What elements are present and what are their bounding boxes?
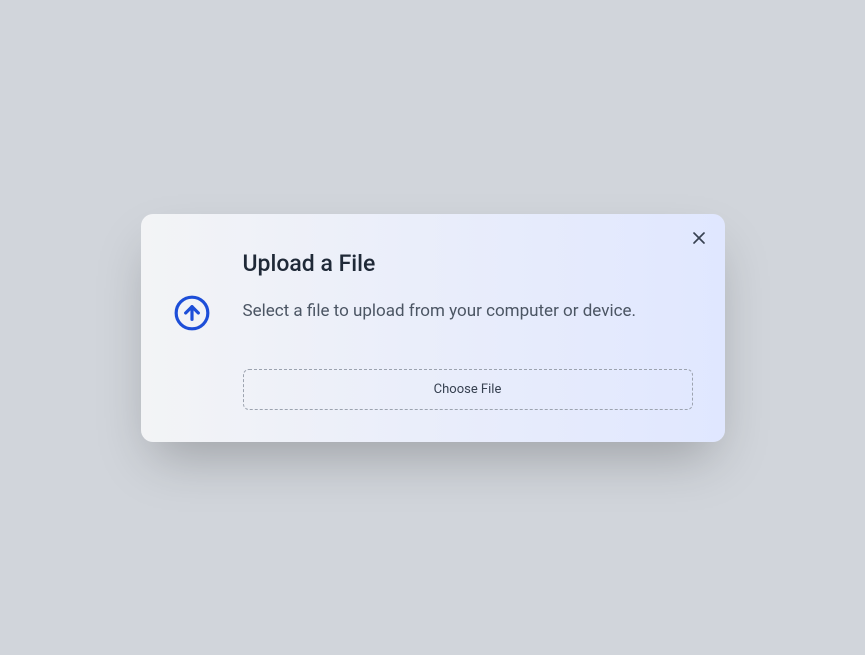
choose-file-button[interactable]: Choose File [243,369,693,410]
close-button[interactable] [687,228,711,252]
upload-arrow-icon [173,317,211,336]
modal-content: Upload a File Select a file to upload fr… [243,246,693,410]
upload-modal: Upload a File Select a file to upload fr… [141,214,725,442]
modal-description: Select a file to upload from your comput… [243,301,693,321]
modal-title: Upload a File [243,250,693,277]
close-icon [689,228,709,251]
upload-icon-container [173,246,211,336]
